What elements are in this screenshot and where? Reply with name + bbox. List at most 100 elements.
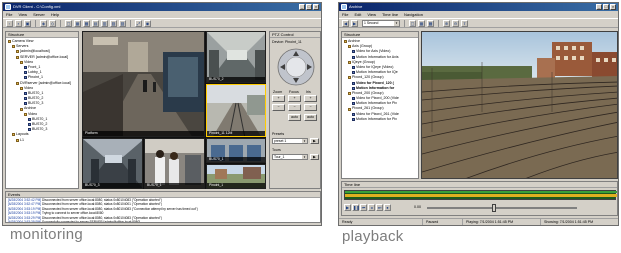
camera-tile[interactable]: Platform — [82, 31, 205, 137]
maximize-icon[interactable]: □ — [603, 4, 609, 10]
focus-out-button[interactable]: − — [288, 104, 301, 111]
camera-tile[interactable]: BUS70_1 — [206, 138, 266, 163]
iris-auto-button[interactable]: auto — [304, 114, 317, 121]
tour-select[interactable]: Tour_1 ▾ — [272, 154, 308, 160]
close-icon[interactable]: × — [313, 4, 319, 10]
camera-tile[interactable]: BUS70_3 — [82, 138, 143, 189]
log-message: Disconnected from server office.local:80… — [42, 202, 162, 207]
new-icon[interactable]: ▫ — [6, 19, 13, 27]
menu-view[interactable]: View — [367, 11, 376, 18]
layout-1x1-icon[interactable]: ▢ — [65, 19, 72, 27]
camera-tile[interactable]: BUS70_2 — [206, 31, 266, 83]
log-timestamp: [6/28/2004 3:53:19 PM] — [8, 206, 42, 211]
log-entry: [6/28/2004 3:53:39 PM] Successfully conn… — [8, 219, 318, 223]
tree-item[interactable]: L1 — [8, 138, 76, 143]
disconnect-icon[interactable]: ◇ — [49, 19, 56, 27]
camera-icon — [352, 55, 355, 59]
camera-icon — [352, 66, 355, 70]
pause-icon[interactable]: ❚❚ — [352, 204, 360, 211]
zoom-out-button[interactable]: − — [272, 104, 285, 111]
iris-label: Iris — [306, 90, 311, 94]
timeline-track[interactable] — [344, 190, 617, 200]
seek-slider[interactable] — [427, 207, 577, 209]
presets-label: Presets — [272, 132, 285, 136]
chevron-down-icon: ▾ — [302, 139, 307, 143]
folder-icon — [12, 45, 15, 49]
save-icon[interactable]: ▣ — [24, 19, 31, 27]
camera-label: Platform — [83, 131, 204, 136]
preset-select[interactable]: preset 1 ▾ — [272, 138, 308, 144]
speed-select-value: 1 Second — [364, 20, 379, 25]
seek-slider-thumb[interactable] — [492, 204, 496, 212]
connect-icon[interactable]: ◈ — [40, 19, 47, 27]
layout-custom-icon[interactable]: ▥ — [101, 19, 108, 27]
step-back-icon[interactable]: ◂ — [368, 204, 375, 211]
log-timestamp: [6/28/2004 3:53:39 PM] — [8, 219, 42, 223]
open-icon[interactable]: ▪ — [15, 19, 22, 27]
preset-go-button[interactable]: ▶ — [310, 138, 319, 144]
layout-wide-icon[interactable]: ▧ — [110, 19, 117, 27]
iris-in-button[interactable]: + — [304, 95, 317, 102]
menu-help[interactable]: Help — [51, 11, 59, 18]
forward-icon[interactable]: ▶ — [351, 19, 358, 27]
focus-auto-button[interactable]: auto — [288, 114, 301, 121]
zoom-in-button[interactable]: + — [272, 95, 285, 102]
layout-2x2-icon[interactable]: ▦ — [74, 19, 81, 27]
export-icon[interactable]: ⇪ — [461, 19, 468, 27]
play-icon[interactable]: ▶ — [344, 204, 351, 211]
close-icon[interactable]: × — [610, 4, 616, 10]
menu-navigation[interactable]: Navigation — [404, 11, 423, 18]
tour-go-button[interactable]: ▶ — [310, 154, 319, 160]
ptz-joystick[interactable] — [277, 48, 315, 86]
camera-tile[interactable]: Pinoint_11 12M — [206, 84, 266, 137]
menu-file[interactable]: File — [6, 11, 12, 18]
back-icon[interactable]: ◀ — [342, 19, 349, 27]
iris-out-button[interactable]: − — [304, 104, 317, 111]
log-message: Disconnected from server office.local:80… — [42, 215, 162, 220]
camera-label: BUS70_3 — [83, 183, 142, 188]
layout-1x1-icon[interactable]: ▢ — [409, 19, 416, 27]
tours-label: Tours — [272, 148, 281, 152]
zoom-in-icon[interactable]: ⊕ — [443, 19, 450, 27]
camera-icon — [352, 81, 355, 85]
minimize-icon[interactable]: _ — [596, 4, 602, 10]
camera-icon — [24, 66, 27, 70]
railyard-scene — [422, 32, 617, 178]
layout-tall-icon[interactable]: ▨ — [119, 19, 126, 27]
zoom-out-icon[interactable]: ⊖ — [452, 19, 459, 27]
folder-icon — [20, 107, 23, 111]
speed-select[interactable]: 1 Second ▾ — [362, 19, 400, 27]
recorded-segment — [345, 194, 617, 197]
log-message: Disconnected from server office.local:80… — [42, 198, 162, 202]
fullscreen-icon[interactable]: ⤢ — [135, 19, 142, 27]
monitoring-toolbar: ▫ ▪ ▣ ◈ ◇ ▢ ▦ ▩ ▤ ▥ ▧ ▨ ⤢ ◉ — [3, 18, 321, 28]
layout-2x2-icon[interactable]: ▦ — [418, 19, 425, 27]
menu-time-line[interactable]: Time line — [382, 11, 398, 18]
focus-in-button[interactable]: + — [288, 95, 301, 102]
camera-tile[interactable]: Pinoint_1 — [206, 164, 266, 189]
tour-select-value: Tour_1 — [274, 155, 285, 159]
layout-3x3-icon[interactable]: ▩ — [83, 19, 90, 27]
toolbar-separator — [404, 19, 405, 27]
menu-edit[interactable]: Edit — [354, 11, 361, 18]
folder-icon — [24, 112, 27, 116]
skip-start-icon[interactable]: ⏮ — [360, 204, 367, 211]
camera-icon — [28, 123, 31, 127]
layout-3x3-icon[interactable]: ▩ — [427, 19, 434, 27]
camera-icon — [24, 91, 27, 95]
tree-item[interactable]: Motion Information for Pix — [344, 117, 416, 122]
camera-tile[interactable]: BUS70_1 — [144, 138, 205, 189]
record-icon[interactable]: ● — [384, 204, 391, 211]
archive-tree: Archive Axis (Group) Video for Axis (Video… — [342, 38, 418, 123]
tree-item-label: Motion Information for Pix — [356, 116, 397, 121]
minimize-icon[interactable]: _ — [299, 4, 305, 10]
menu-server[interactable]: Server — [33, 11, 45, 18]
camera-icon — [352, 97, 355, 101]
skip-end-icon[interactable]: ⏭ — [376, 204, 383, 211]
snapshot-icon[interactable]: ◉ — [144, 19, 151, 27]
maximize-icon[interactable]: □ — [306, 4, 312, 10]
layout-4x4-icon[interactable]: ▤ — [92, 19, 99, 27]
playback-video[interactable] — [421, 31, 618, 179]
menu-file[interactable]: File — [342, 11, 348, 18]
menu-view[interactable]: View — [18, 11, 27, 18]
